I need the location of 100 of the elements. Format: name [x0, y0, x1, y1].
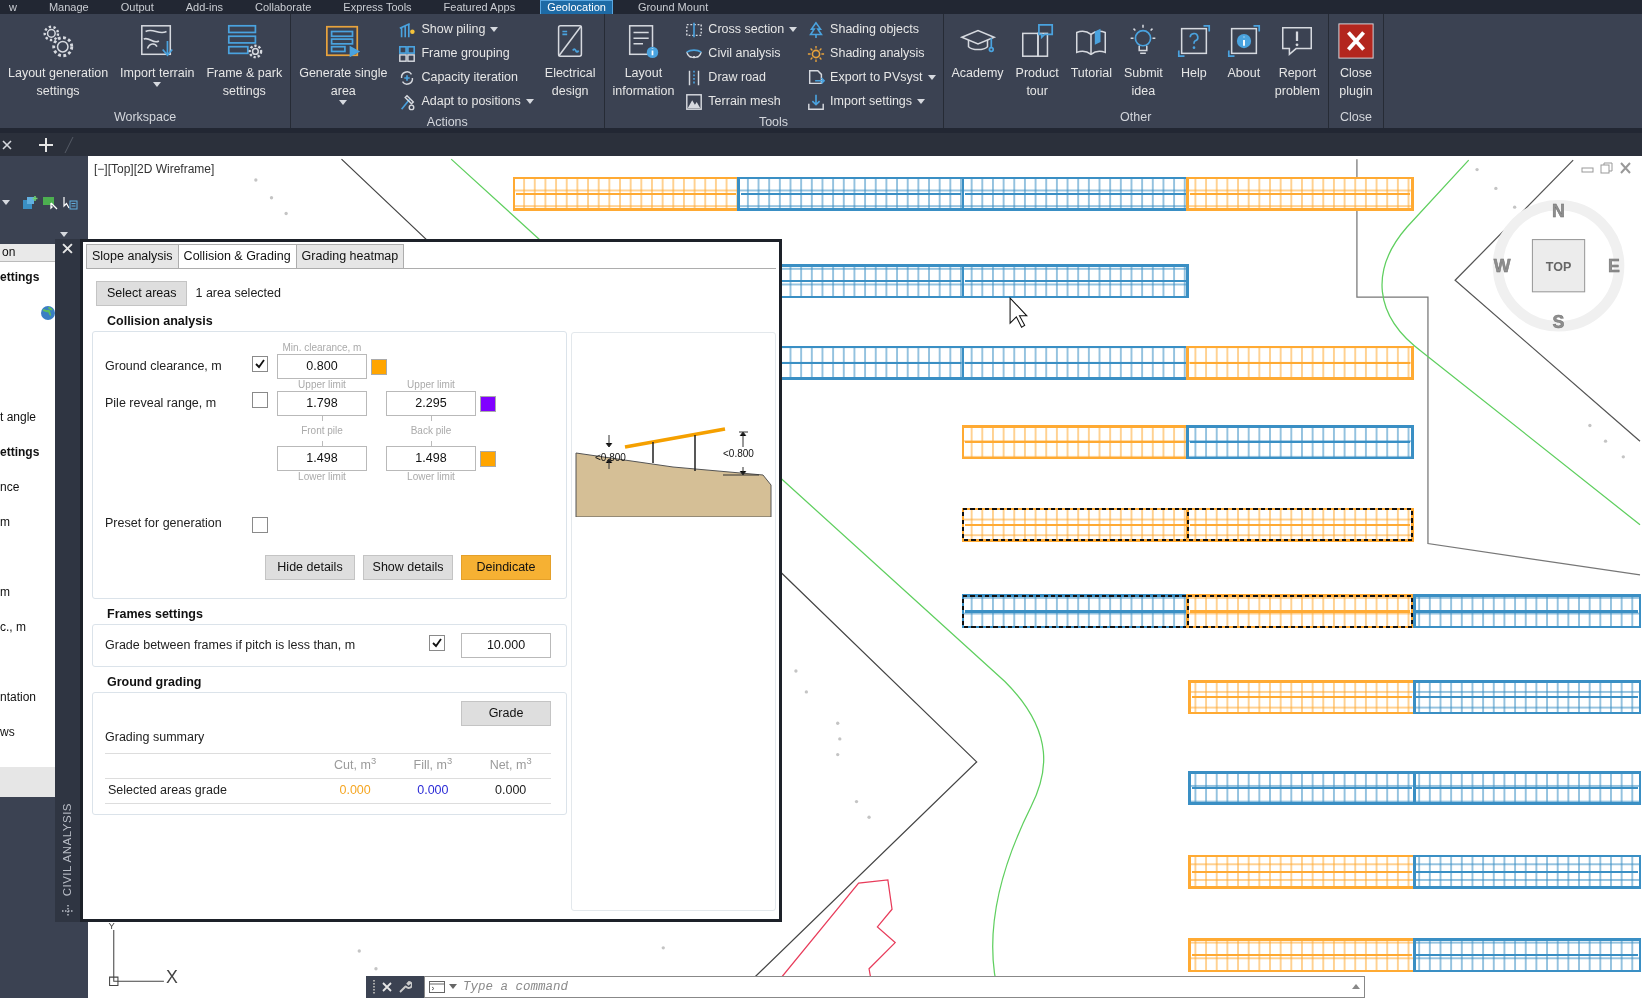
ribbon-tab[interactable]: w	[2, 0, 24, 14]
compass-label: W	[1493, 255, 1511, 276]
close-tab-button[interactable]	[2, 139, 12, 150]
restore-icon	[1600, 162, 1613, 174]
viewport-controls-label[interactable]: [−][Top][2D Wireframe]	[94, 160, 215, 178]
table-cell: 0.000	[314, 778, 396, 803]
close-icon	[2, 139, 12, 150]
ribbon-button[interactable]: Layout information	[608, 18, 679, 100]
action-button[interactable]: Deindicate	[461, 554, 551, 580]
palette-section-heading: ettings	[0, 444, 41, 461]
survey-point	[284, 211, 288, 216]
viewcube-label[interactable]: TOP	[1545, 259, 1572, 274]
ribbon-button[interactable]: Cross section	[682, 18, 801, 41]
action-button[interactable]: Show details	[363, 554, 453, 580]
survey-point	[1513, 205, 1517, 209]
palette-property-label: nce	[0, 479, 21, 496]
select-areas-button[interactable]: Select areas	[96, 280, 188, 306]
field-label: Ground clearance, m	[105, 357, 223, 375]
customize-button[interactable]	[398, 980, 412, 994]
cross-section-icon	[685, 20, 704, 39]
ribbon-button[interactable]: Tutorial	[1066, 18, 1116, 82]
palette-property-label: c., m	[0, 619, 27, 636]
caret-up-icon	[1352, 984, 1360, 990]
ribbon-button[interactable]: Adapt to positions	[395, 90, 537, 113]
ribbon-button[interactable]: Capacity iteration	[395, 66, 537, 89]
tab[interactable]: Slope analysis	[86, 244, 179, 268]
survey-point	[1494, 186, 1498, 191]
field-caption: Front pile	[301, 424, 343, 437]
palette-section-heading: ettings	[0, 269, 41, 286]
ribbon-tab[interactable]: Geolocation	[540, 0, 613, 14]
ribbon-tab[interactable]: Manage	[41, 0, 96, 14]
panel-title: Close	[1339, 109, 1373, 126]
ribbon-tab[interactable]: Output	[113, 0, 161, 14]
ribbon-tab[interactable]: Add-ins	[178, 0, 231, 14]
selection-icon	[42, 195, 58, 211]
ribbon-button[interactable]: Layout generation settings	[4, 18, 113, 100]
survey-point	[838, 737, 842, 741]
ribbon-button[interactable]: Terrain mesh	[682, 90, 801, 113]
ribbon-tab[interactable]: Ground Mount	[630, 0, 716, 14]
command-line-field[interactable]: Type a command	[424, 976, 1365, 998]
ribbon-button[interactable]: Shading objects	[804, 18, 939, 41]
cursor-list-icon	[62, 195, 78, 211]
close-button[interactable]	[382, 982, 392, 992]
grid-icon	[398, 44, 417, 63]
ribbon-button[interactable]: Generate single area	[295, 18, 392, 106]
input-field[interactable]: 2.295	[386, 390, 476, 416]
ribbon-tab[interactable]: Collaborate	[248, 0, 319, 14]
field-caption: Back pile	[410, 424, 452, 437]
checkbox[interactable]	[252, 356, 268, 373]
ribbon-button[interactable]: Shading analysis	[804, 42, 939, 65]
ribbon-button[interactable]: Civil analysis	[682, 42, 801, 65]
new-tab-button[interactable]	[38, 136, 54, 153]
globe-icon	[40, 304, 56, 321]
ribbon-button[interactable]: Close plugin	[1333, 18, 1379, 100]
ribbon-button[interactable]: Frame & park settings	[202, 18, 287, 100]
ribbon-tab[interactable]: Express Tools	[336, 0, 419, 14]
field-label: Preset for generation	[105, 515, 223, 532]
checkbox[interactable]	[429, 635, 445, 652]
ribbon-button[interactable]: Academy	[947, 18, 1008, 82]
ribbon-button[interactable]: Help	[1170, 18, 1217, 82]
color-swatch[interactable]	[480, 450, 496, 467]
grip-handle-icon	[372, 979, 376, 995]
checkbox[interactable]	[252, 392, 268, 409]
input-field[interactable]: 10.000	[461, 632, 551, 658]
ribbon-button[interactable]: Draw road	[682, 66, 801, 89]
table-cell: 0.000	[395, 778, 471, 803]
close-button[interactable]	[62, 243, 73, 254]
ribbon-button[interactable]: About	[1220, 18, 1267, 82]
tray-download-icon	[807, 92, 826, 111]
panel-title: Actions	[425, 114, 469, 131]
terminal-icon	[429, 981, 445, 993]
ribbon-button[interactable]: Import settings	[804, 90, 939, 113]
survey-point	[804, 690, 809, 694]
palette-property-label: m	[0, 584, 11, 601]
input-field[interactable]: 1.498	[277, 445, 367, 471]
color-swatch[interactable]	[371, 358, 387, 375]
ribbon-button[interactable]: Submit idea	[1119, 18, 1167, 100]
survey-point	[357, 949, 361, 953]
palette-title: CIVIL ANALYSIS	[59, 802, 74, 896]
input-field[interactable]: 0.800	[277, 353, 367, 379]
grade-button[interactable]: Grade	[461, 700, 551, 726]
ribbon-tab[interactable]: Featured Apps	[436, 0, 523, 14]
ribbon-button[interactable]: Show piling	[395, 18, 537, 41]
survey-point	[1621, 455, 1625, 459]
action-button[interactable]: Hide details	[265, 554, 355, 580]
tab[interactable]: Grading heatmap	[295, 244, 405, 268]
input-field[interactable]: 1.498	[386, 445, 476, 471]
ribbon-button[interactable]: Export to PVsyst	[804, 66, 939, 89]
checkbox[interactable]	[252, 516, 268, 533]
color-swatch[interactable]	[480, 395, 496, 412]
palette-property-label: m	[0, 514, 11, 531]
ribbon-button[interactable]: Frame grouping	[395, 42, 537, 65]
viewcube-face	[1531, 239, 1586, 293]
panel-title: Other	[1119, 109, 1153, 126]
layers-add-icon	[22, 195, 38, 211]
input-field[interactable]: 1.798	[277, 390, 367, 416]
ribbon-button[interactable]: Electrical design	[540, 18, 600, 100]
ribbon-button[interactable]: Product tour	[1011, 18, 1063, 100]
ribbon-button[interactable]: Import terrain	[116, 18, 199, 88]
ribbon-button[interactable]: Report problem	[1270, 18, 1324, 100]
